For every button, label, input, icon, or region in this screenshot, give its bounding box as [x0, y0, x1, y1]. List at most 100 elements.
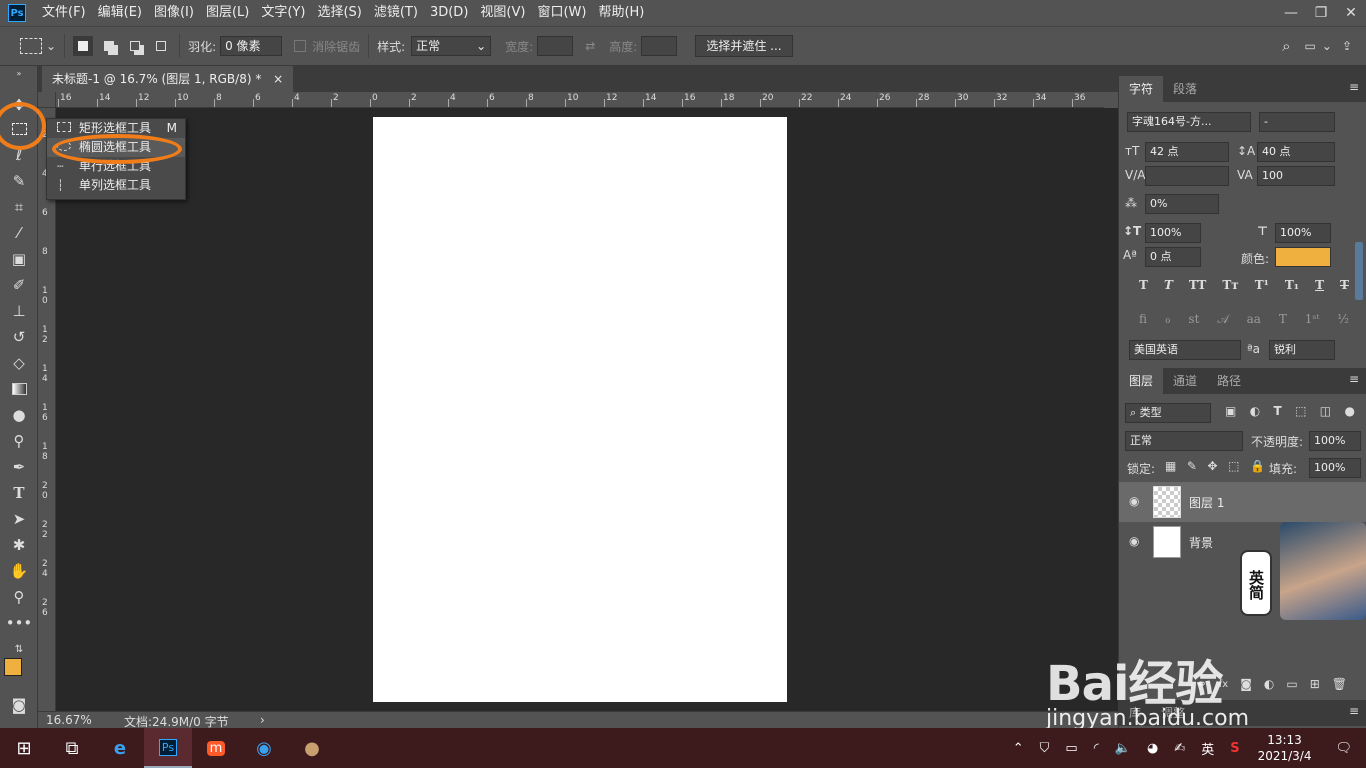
- type-tool-icon[interactable]: T: [8, 482, 30, 504]
- path-select-icon[interactable]: ➤: [8, 508, 30, 530]
- battery-icon[interactable]: ▭: [1057, 741, 1085, 756]
- gradient-tool-icon[interactable]: [8, 378, 30, 400]
- healing-tool-icon[interactable]: ▣: [8, 248, 30, 270]
- lock-pixels-icon[interactable]: ✎: [1187, 459, 1197, 473]
- panel-menu-icon[interactable]: ≡: [1349, 80, 1359, 94]
- chevron-down-icon[interactable]: ⌄: [1322, 39, 1332, 53]
- clock[interactable]: 13:13 2021/3/4: [1248, 732, 1322, 764]
- stamp-tool-icon[interactable]: ⊥: [8, 300, 30, 322]
- photoshop-taskbar-icon[interactable]: Ps: [144, 728, 192, 768]
- search-icon[interactable]: ⌕: [1282, 37, 1290, 55]
- fill-input[interactable]: 100%: [1309, 458, 1361, 478]
- font-style-select[interactable]: -: [1259, 112, 1335, 132]
- new-layer-icon[interactable]: ⊞: [1310, 677, 1320, 691]
- shape-filter-icon[interactable]: ⬚: [1295, 404, 1306, 418]
- strikethrough-icon[interactable]: T: [1340, 278, 1349, 292]
- select-and-mask-button[interactable]: 选择并遮住 ...: [695, 35, 793, 57]
- quick-mask-icon[interactable]: ◙: [8, 694, 30, 716]
- subscript-icon[interactable]: T₁: [1285, 278, 1299, 292]
- pen-tool-icon[interactable]: ✒: [8, 456, 30, 478]
- panel-scrollbar[interactable]: [1355, 242, 1363, 300]
- menu-item[interactable]: 滤镜(T): [368, 0, 424, 26]
- layer-name[interactable]: 图层 1: [1189, 494, 1224, 511]
- zoom-level[interactable]: 16.67%: [46, 713, 92, 727]
- crop-tool-icon[interactable]: ⌗: [8, 196, 30, 218]
- new-selection-icon[interactable]: [73, 36, 94, 56]
- text-color-swatch[interactable]: [1275, 247, 1331, 267]
- menu-item[interactable]: 窗口(W): [531, 0, 592, 26]
- trash-icon[interactable]: 🗑: [1332, 677, 1347, 691]
- foreground-color[interactable]: [4, 658, 22, 676]
- ruler-origin[interactable]: [38, 92, 56, 108]
- stylistic-icon[interactable]: 𝒜: [1217, 312, 1228, 327]
- smart-object-filter-icon[interactable]: ◫: [1320, 404, 1331, 418]
- ordinal-1st-icon[interactable]: 1ˢᵗ: [1305, 312, 1320, 327]
- add-selection-icon[interactable]: [99, 36, 119, 56]
- ime-widget[interactable]: 英简: [1240, 550, 1272, 616]
- collapse-icon[interactable]: »: [8, 68, 30, 78]
- dodge-tool-icon[interactable]: ⚲: [8, 430, 30, 452]
- eye-icon[interactable]: ◉: [1129, 494, 1139, 508]
- task-view-icon[interactable]: ⧉: [48, 728, 96, 768]
- blur-tool-icon[interactable]: ●: [8, 404, 30, 426]
- all-caps-icon[interactable]: TT: [1189, 278, 1206, 292]
- old-style-icon[interactable]: ℴ: [1165, 312, 1171, 327]
- opacity-input[interactable]: 100%: [1309, 431, 1361, 451]
- tracking-input[interactable]: 100: [1257, 166, 1335, 186]
- font-size-input[interactable]: 42 点: [1145, 142, 1229, 162]
- menu-item[interactable]: 3D(D): [424, 0, 474, 26]
- swash-icon[interactable]: st: [1188, 312, 1199, 327]
- ie-icon[interactable]: e: [96, 728, 144, 768]
- font-family-select[interactable]: 字魂164号-方...: [1127, 112, 1251, 132]
- leading-input[interactable]: 40 点: [1257, 142, 1335, 162]
- height-input[interactable]: [641, 36, 678, 56]
- eye-icon[interactable]: ◉: [1129, 534, 1139, 548]
- superscript-icon[interactable]: T¹: [1255, 278, 1269, 292]
- restore-button[interactable]: ❐: [1306, 0, 1336, 26]
- lock-artboard-icon[interactable]: ⬚: [1228, 459, 1239, 473]
- width-input[interactable]: [537, 36, 574, 56]
- eraser-tool-icon[interactable]: ◇: [8, 352, 30, 374]
- flyout-item-single-column[interactable]: ┆ 单列选框工具: [47, 176, 185, 195]
- workspace-icon[interactable]: ▭: [1305, 39, 1316, 53]
- chevron-down-icon[interactable]: ⌄: [46, 39, 56, 53]
- small-caps-icon[interactable]: Tт: [1222, 278, 1238, 292]
- ordinals-icon[interactable]: T: [1279, 312, 1287, 327]
- vertical-scale-input[interactable]: 100%: [1145, 223, 1201, 243]
- windows-start-icon[interactable]: ⊞: [0, 728, 48, 768]
- type-filter-icon[interactable]: T: [1274, 404, 1282, 418]
- adjustment-icon[interactable]: ◐: [1264, 677, 1274, 691]
- language-select[interactable]: 美国英语: [1129, 340, 1241, 360]
- swap-colors-icon[interactable]: ⇅: [8, 638, 30, 660]
- ligatures-icon[interactable]: fi: [1139, 312, 1147, 327]
- menu-item[interactable]: 视图(V): [474, 0, 531, 26]
- menu-item[interactable]: 图层(L): [200, 0, 255, 26]
- lock-position-icon[interactable]: ✥: [1208, 459, 1218, 473]
- shield-icon[interactable]: ⛉: [1032, 741, 1058, 756]
- horizontal-scale-input[interactable]: 100%: [1275, 223, 1331, 243]
- menu-item[interactable]: 图像(I): [148, 0, 200, 26]
- faux-italic-icon[interactable]: T: [1164, 278, 1173, 292]
- chevron-right-icon[interactable]: ›: [260, 713, 265, 727]
- close-icon[interactable]: ×: [273, 72, 283, 86]
- chevron-up-icon[interactable]: ⌃: [1005, 741, 1032, 756]
- notification-icon[interactable]: 🗨: [1321, 741, 1366, 756]
- adjustment-filter-icon[interactable]: ◐: [1250, 404, 1260, 418]
- underline-icon[interactable]: T: [1315, 278, 1324, 292]
- ime-indicator[interactable]: 英: [1193, 739, 1222, 758]
- quick-select-tool-icon[interactable]: ✎: [8, 170, 30, 192]
- pixel-filter-icon[interactable]: ▣: [1225, 404, 1236, 418]
- marquee-preset-icon[interactable]: [20, 38, 42, 54]
- blend-mode-select[interactable]: 正常: [1125, 431, 1243, 451]
- antialias-checkbox[interactable]: [294, 40, 307, 52]
- brush-tool-icon[interactable]: ✐: [8, 274, 30, 296]
- layer-filter-select[interactable]: ⌕ 类型: [1125, 403, 1211, 423]
- document-tab[interactable]: 未标题-1 @ 16.7% (图层 1, RGB/8) * ×: [42, 66, 294, 92]
- pen-icon[interactable]: ✍: [1166, 741, 1193, 756]
- menu-item[interactable]: 选择(S): [311, 0, 367, 26]
- feather-input[interactable]: 0 像素: [220, 36, 283, 56]
- volume-icon[interactable]: 🔈: [1107, 741, 1139, 756]
- sogou-icon[interactable]: S: [1222, 741, 1247, 756]
- tsume-input[interactable]: 0%: [1145, 194, 1219, 214]
- layer-row[interactable]: ◉ 图层 1: [1119, 482, 1366, 522]
